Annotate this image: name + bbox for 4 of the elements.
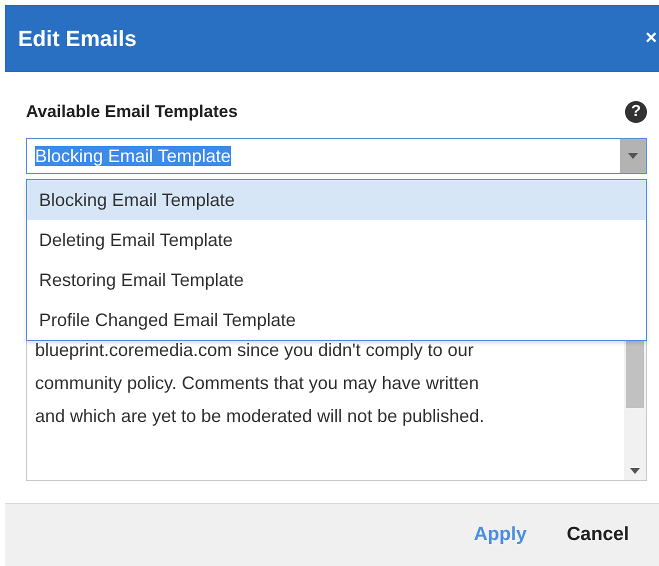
- dialog-title: Edit Emails: [18, 26, 137, 52]
- message-text: blueprint.coremedia.com since you didn't comply to our community policy. Comments that you may have written and which are yet to be moderated will not be published.: [34, 339, 486, 428]
- combobox-value: Blocking Email Template: [35, 146, 232, 166]
- field-label: Available Email Templates: [26, 102, 238, 122]
